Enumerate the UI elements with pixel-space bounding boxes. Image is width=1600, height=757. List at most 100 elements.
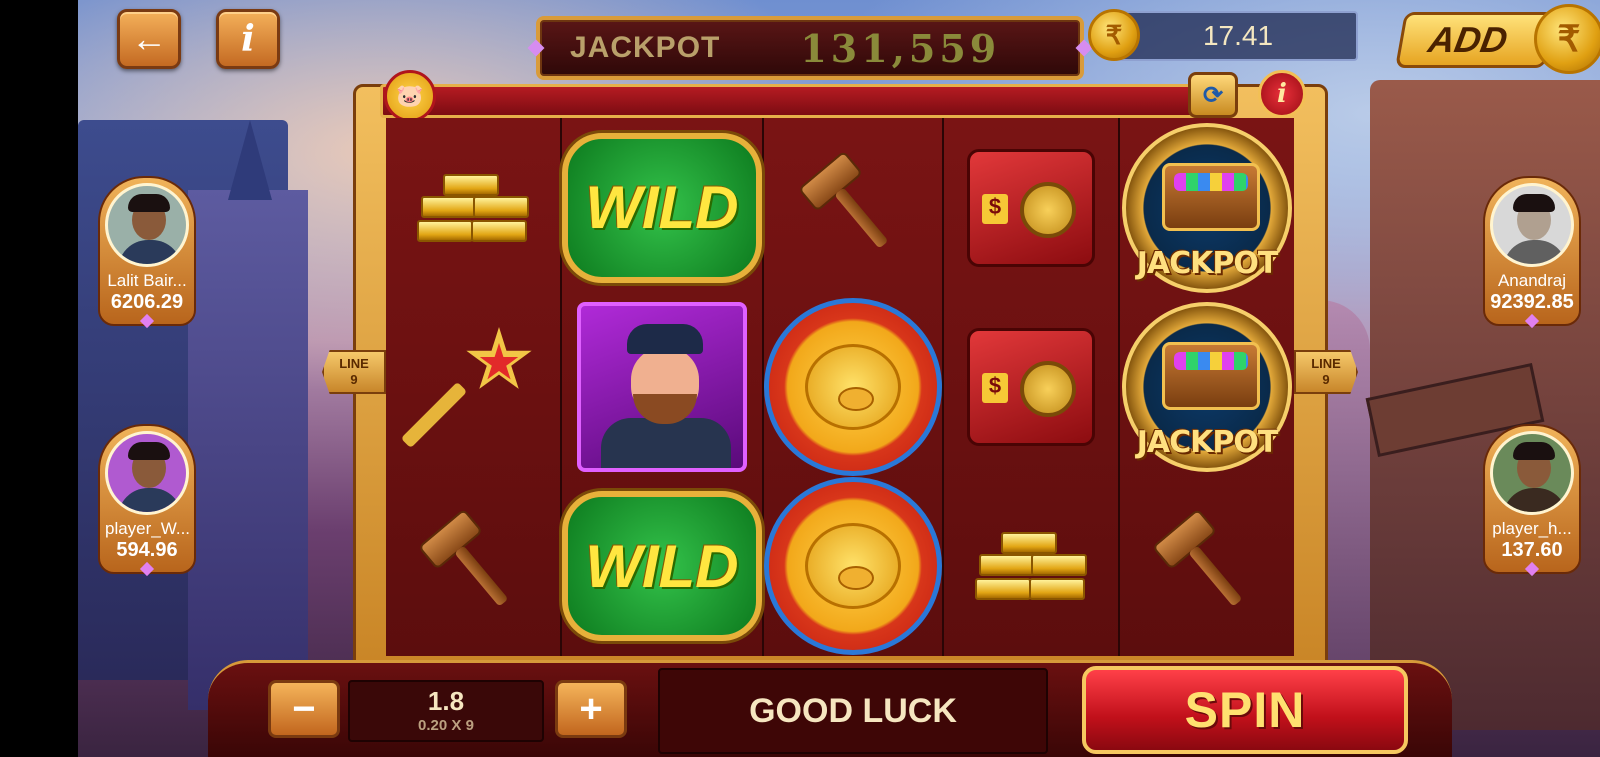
back-button[interactable]: ← (117, 9, 181, 69)
jackpot-symbol-text: JACKPOT (1136, 245, 1279, 281)
status-text: GOOD LUCK (749, 691, 957, 730)
spin-label: SPIN (1184, 682, 1306, 738)
reel-cell (562, 297, 762, 476)
jackpot-value: 131,559 (800, 25, 1001, 71)
reel-cell: JACKPOT (1120, 118, 1294, 297)
line-indicator-right: LINE 9 (1294, 350, 1358, 394)
rupee-symbol: ₹ (1557, 18, 1581, 59)
player-frame: Lalit Bair... 6206.29 (98, 176, 196, 329)
player-name: player_W... (105, 519, 189, 538)
player-seat[interactable]: player_h... 137.60 (1480, 424, 1584, 577)
slot-reels: WILD WILD $ $ JACKPOT JACKPOT (386, 118, 1294, 656)
reel-cell (386, 477, 560, 656)
reel-cell (764, 297, 942, 476)
bet-formula: 0.20 X 9 (418, 717, 474, 734)
wild-text: WILD (585, 532, 739, 600)
gem-icon (1524, 313, 1540, 329)
player-name: Lalit Bair... (107, 271, 187, 290)
player-name: player_h... (1492, 519, 1572, 538)
reel-frame-header (380, 84, 1220, 118)
reel-cell: $ (944, 297, 1118, 476)
plus-icon: + (579, 686, 603, 731)
reel-cell: JACKPOT (1120, 297, 1294, 476)
reel-3 (764, 118, 942, 656)
gem-icon (139, 561, 155, 577)
reel-cell (764, 477, 942, 656)
safe-icon: $ (967, 327, 1095, 446)
jackpot-banner: JACKPOT 131,559 (527, 16, 1093, 80)
wild-symbol: WILD (562, 132, 762, 283)
gold-bars-icon (413, 168, 533, 248)
dollar-sign: $ (982, 193, 1008, 224)
add-label: ADD (1425, 19, 1511, 60)
safe-icon: $ (967, 148, 1095, 267)
reel-cell (944, 477, 1118, 656)
line-count: 9 (350, 372, 358, 387)
avatar (1490, 431, 1574, 515)
gavel-icon (410, 502, 536, 630)
pig-badge-icon: 🐷 (384, 70, 436, 122)
wild-symbol: WILD (562, 491, 762, 642)
reel-cell (386, 297, 560, 476)
reel-cell (386, 118, 560, 297)
rupee-coin-icon[interactable]: ₹ (1534, 4, 1600, 74)
info-button[interactable]: i (216, 9, 280, 69)
player-frame: Anandraj 92392.85 (1483, 176, 1581, 329)
minus-icon: − (292, 686, 316, 731)
reel-1 (386, 118, 560, 656)
player-score: 6206.29 (110, 291, 184, 313)
player-score: 92392.85 (1490, 291, 1574, 313)
policeman-icon (577, 301, 747, 472)
reel-cell (764, 118, 942, 297)
rupee-coin-icon: ₹ (1088, 9, 1140, 61)
reel-cell: WILD (562, 477, 762, 656)
line-label: LINE (1311, 356, 1341, 371)
gem-icon (1524, 561, 1540, 577)
line-indicator-left: LINE 9 (322, 350, 386, 394)
add-funds-button[interactable]: ADD (1395, 12, 1555, 68)
jackpot-symbol-text: JACKPOT (1136, 424, 1279, 460)
bet-value: 1.8 (427, 686, 465, 716)
reel-cell: WILD (562, 118, 762, 297)
status-message: GOOD LUCK (658, 668, 1048, 754)
wild-text: WILD (585, 174, 739, 242)
info-icon: i (241, 18, 255, 60)
spin-button[interactable]: SPIN (1082, 666, 1408, 754)
line-label: LINE (339, 356, 369, 371)
increase-bet-button[interactable]: + (555, 680, 627, 738)
pig-coin-icon (764, 477, 942, 656)
player-seat[interactable]: player_W... 594.96 (95, 424, 199, 577)
line-count: 9 (1322, 372, 1330, 387)
gavel-icon (790, 144, 916, 272)
paytable-info-button[interactable]: i (1258, 70, 1306, 118)
reel-cell: $ (944, 118, 1118, 297)
player-seat[interactable]: Lalit Bair... 6206.29 (95, 176, 199, 329)
star-key-icon (400, 326, 533, 449)
balance-value: 17.41 (1202, 20, 1274, 51)
player-name: Anandraj (1497, 271, 1567, 290)
player-score: 137.60 (1501, 539, 1563, 561)
arrow-left-icon: ← (131, 18, 167, 59)
balance-display: 17.41 (1118, 11, 1358, 61)
decrease-bet-button[interactable]: − (268, 680, 340, 738)
avatar (1490, 183, 1574, 267)
avatar (105, 431, 189, 515)
pig-coin-icon (764, 297, 942, 476)
background-tower (188, 190, 308, 710)
treasure-chest-icon: JACKPOT (1122, 301, 1292, 472)
reel-2: WILD WILD (562, 118, 762, 656)
reel-5: JACKPOT JACKPOT (1120, 118, 1294, 656)
autospin-icon[interactable]: ⟳ (1188, 72, 1238, 118)
gavel-icon (1144, 502, 1270, 630)
dollar-sign: $ (982, 372, 1008, 403)
reel-cell (1120, 477, 1294, 656)
gem-icon (139, 313, 155, 329)
player-frame: player_W... 594.96 (98, 424, 196, 577)
jackpot-label: JACKPOT (570, 31, 721, 64)
player-frame: player_h... 137.60 (1483, 424, 1581, 577)
player-score: 594.96 (116, 539, 178, 561)
player-seat[interactable]: Anandraj 92392.85 (1480, 176, 1584, 329)
info-icon: i (1277, 79, 1287, 109)
gold-bars-icon (971, 526, 1091, 606)
reel-4: $ $ (944, 118, 1118, 656)
